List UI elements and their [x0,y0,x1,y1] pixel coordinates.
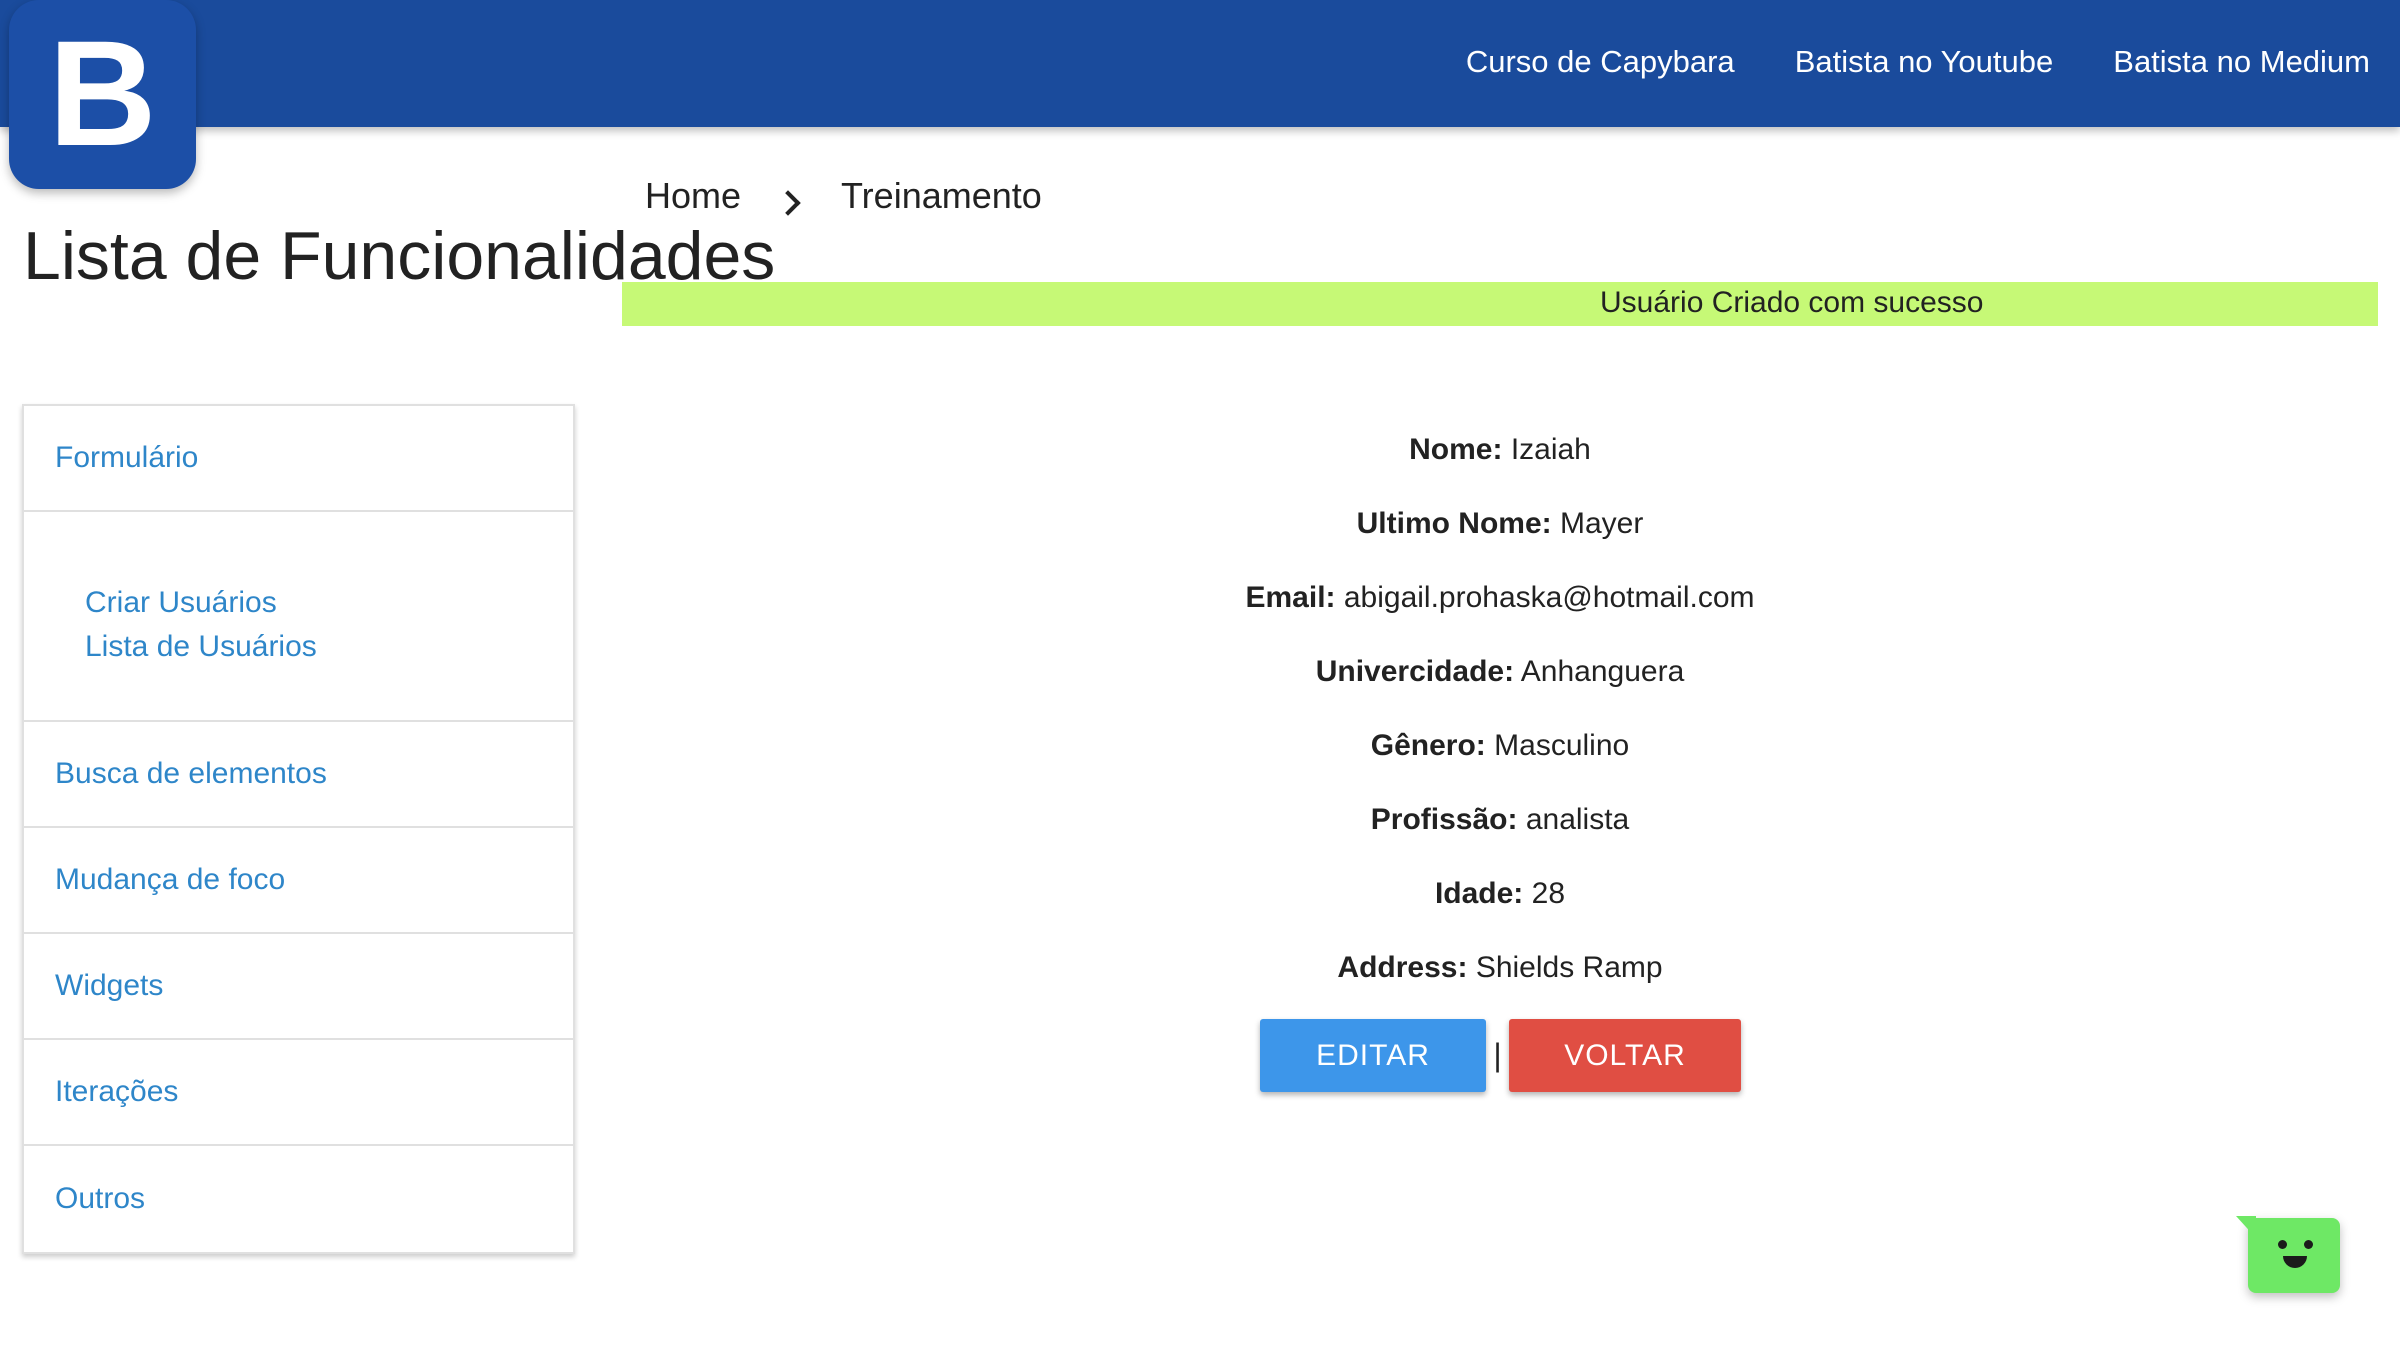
detail-label: Ultimo Nome: [1356,507,1552,540]
detail-univercidade: Univercidade: Anhanguera [800,646,2200,720]
detail-ultimo-nome: Ultimo Nome: Mayer [800,498,2200,572]
feature-item-formulario[interactable]: Formulário [24,406,573,512]
detail-label: Idade: [1434,877,1524,910]
sub-link-lista-usuarios[interactable]: Lista de Usuários [85,625,573,669]
detail-value: Mayer [1559,507,1644,540]
feature-item-outros[interactable]: Outros [24,1146,573,1252]
feature-link-foco[interactable]: Mudança de foco [55,863,285,897]
detail-value: 28 [1531,877,1566,910]
breadcrumb-current: Treinamento [841,175,1042,216]
sub-link-criar-usuarios[interactable]: Criar Usuários [85,581,573,625]
feature-link-formulario[interactable]: Formulário [55,441,198,475]
detail-label: Nome: [1409,433,1503,466]
feature-submenu-formulario: Criar Usuários Lista de Usuários [24,512,573,722]
detail-idade: Idade: 28 [800,868,2200,942]
detail-value: Shields Ramp [1475,951,1663,984]
detail-nome: Nome: Izaiah [800,424,2200,498]
chat-eye-left [2278,1240,2287,1249]
breadcrumb-home[interactable]: Home [645,175,741,217]
feature-link-outros[interactable]: Outros [55,1182,145,1216]
chat-eye-right [2304,1240,2313,1249]
brand-logo[interactable]: B [9,0,196,189]
nav-links: Curso de Capybara Batista no Youtube Bat… [1466,0,2370,127]
breadcrumb: Home Treinamento [645,170,1042,222]
action-buttons: EDITAR | VOLTAR [1260,1019,1741,1092]
nav-link-batista-youtube[interactable]: Batista no Youtube [1795,44,2054,80]
feature-link-iteracoes[interactable]: Iterações [55,1075,178,1109]
feature-item-widgets[interactable]: Widgets [24,934,573,1040]
detail-email: Email: abigail.prohaska@hotmail.com [800,572,2200,646]
top-navbar: Curso de Capybara Batista no Youtube Bat… [0,0,2400,127]
feature-item-iteracoes[interactable]: Iterações [24,1040,573,1146]
detail-value: analista [1525,803,1630,836]
detail-value: Anhanguera [1520,655,1685,688]
detail-value: Izaiah [1510,433,1591,466]
detail-label: Address: [1337,951,1468,984]
feature-link-widgets[interactable]: Widgets [55,969,163,1003]
brand-logo-letter: B [48,8,157,177]
detail-label: Univercidade: [1315,655,1515,688]
action-separator: | [1493,1037,1502,1073]
detail-label: Email: [1245,581,1336,614]
nav-link-batista-medium[interactable]: Batista no Medium [2113,44,2370,80]
chevron-right-icon [775,190,801,216]
chat-mouth [2283,1256,2307,1268]
feature-link-busca[interactable]: Busca de elementos [55,757,327,791]
detail-label: Gênero: [1370,729,1486,762]
detail-value: abigail.prohaska@hotmail.com [1343,581,1755,614]
edit-button[interactable]: EDITAR [1260,1019,1486,1092]
success-message-text: Usuário Criado com sucesso [1600,286,1984,319]
detail-genero: Gênero: Masculino [800,720,2200,794]
feature-item-busca[interactable]: Busca de elementos [24,722,573,828]
detail-profissao: Profissão: analista [800,794,2200,868]
detail-value: Masculino [1494,729,1630,762]
smiley-chat-icon[interactable] [2236,1216,2340,1293]
feature-item-foco[interactable]: Mudança de foco [24,828,573,934]
nav-link-curso-capybara[interactable]: Curso de Capybara [1466,44,1735,80]
back-button[interactable]: VOLTAR [1509,1019,1741,1092]
detail-address: Address: Shields Ramp [800,942,2200,1016]
feature-list: Formulário Criar Usuários Lista de Usuár… [22,404,575,1254]
detail-label: Profissão: [1370,803,1518,836]
success-message-bar: Usuário Criado com sucesso [622,282,2378,326]
user-details: Nome: Izaiah Ultimo Nome: Mayer Email: a… [800,424,2200,1016]
